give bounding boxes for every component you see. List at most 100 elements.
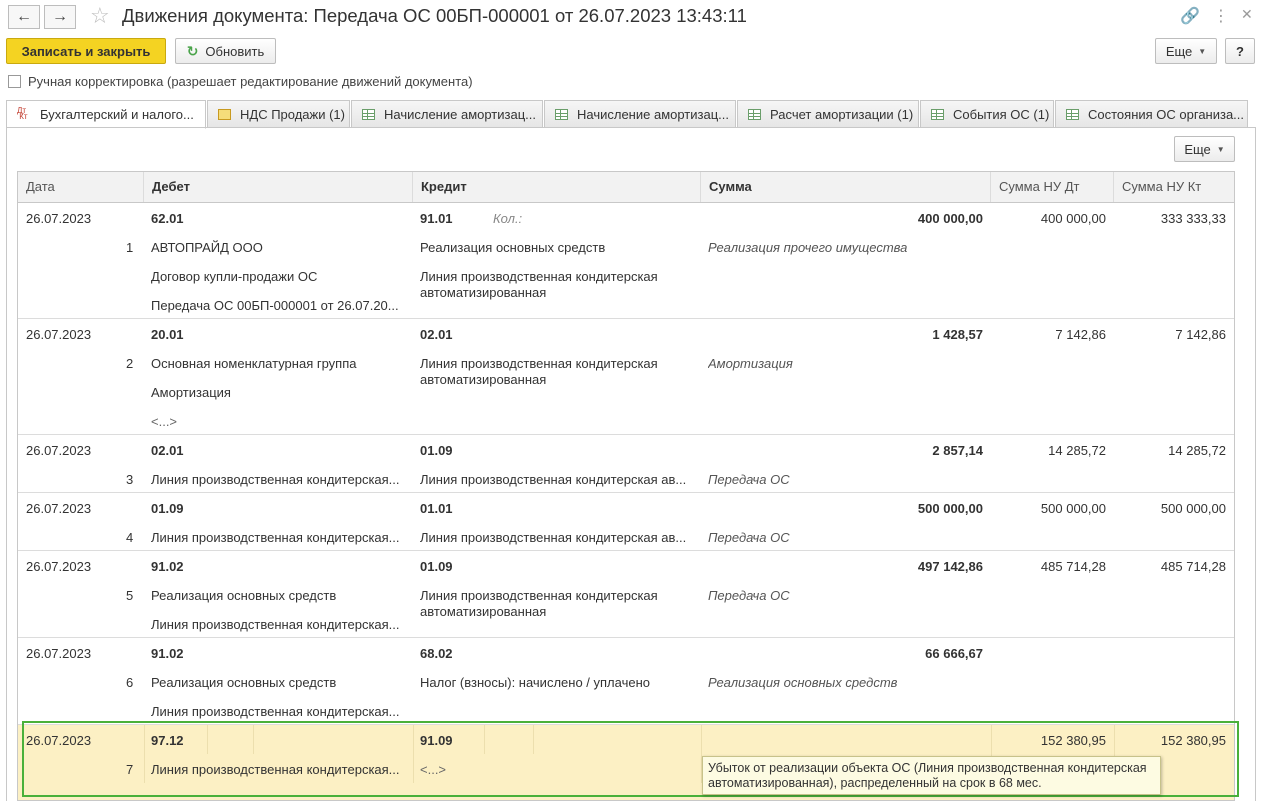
debit-subconto: Передача ОС 00БП-000001 от 26.07.20...: [151, 298, 399, 313]
table-row[interactable]: 26.07.2023 3 02.01 Линия производственна…: [18, 435, 1234, 493]
row-number: 5: [126, 588, 134, 603]
column-header-date[interactable]: Дата: [18, 172, 144, 202]
credit-account: 01.09: [420, 443, 453, 458]
help-button[interactable]: ?: [1225, 38, 1255, 64]
column-header-sum[interactable]: Сумма: [701, 172, 991, 202]
table-row[interactable]: 26.07.2023 5 91.02 Реализация основных с…: [18, 551, 1234, 638]
credit-account: 02.01: [420, 327, 453, 342]
window-titlebar: ← → ☆ Движения документа: Передача ОС 00…: [0, 0, 1265, 34]
link-icon[interactable]: 🔗: [1180, 6, 1200, 26]
credit-subconto: Линия производственная кондитерская авто…: [420, 356, 658, 387]
row-content: Передача ОС: [708, 588, 790, 603]
postings-table[interactable]: Дата Дебет Кредит Сумма Сумма НУ Дт Сумм…: [17, 171, 1235, 801]
credit-account: 91.09: [420, 733, 453, 748]
tab-fa-events[interactable]: События ОС (1): [920, 100, 1054, 128]
tab-accounting[interactable]: Дт Кт Бухгалтерский и налого...: [6, 100, 206, 129]
table-icon: [1066, 108, 1079, 120]
tab-depreciation-calc[interactable]: Расчет амортизации (1): [737, 100, 919, 128]
row-sum-nu-kt: 333 333,33: [1160, 211, 1226, 226]
credit-subconto: Линия производственная кондитерская авто…: [420, 269, 658, 300]
arrow-left-icon[interactable]: ←: [8, 5, 40, 29]
row-date: 26.07.2023: [26, 327, 92, 342]
row-sum-nu-dt: 152 380,95: [1040, 733, 1106, 748]
debit-subconto: Реализация основных средств: [151, 588, 337, 603]
table-icon: [748, 108, 761, 120]
save-close-button[interactable]: Записать и закрыть: [6, 38, 166, 64]
debit-subconto: Линия производственная кондитерская...: [151, 530, 400, 545]
row-sum-nu-kt: 152 380,95: [1160, 733, 1226, 748]
caret-down-icon: ▼: [1198, 46, 1207, 56]
credit-subconto: Линия производственная кондитерская авто…: [420, 588, 658, 619]
tab-depreciation-1[interactable]: Начисление амортизац...: [351, 100, 543, 128]
debit-subconto: Амортизация: [151, 385, 231, 400]
row-sum: 66 666,67: [925, 646, 983, 661]
row-sum: 1 428,57: [932, 327, 983, 342]
credit-account: 68.02: [420, 646, 453, 661]
close-icon[interactable]: ✕: [1241, 6, 1253, 23]
manual-edit-label: Ручная корректировка (разрешает редактир…: [28, 74, 473, 89]
panel-more-button[interactable]: Еще ▼: [1174, 136, 1235, 162]
table-row[interactable]: 26.07.2023 1 62.01 АВТОПРАЙД ООО Договор…: [18, 203, 1234, 319]
table-row[interactable]: 26.07.2023 4 01.09 Линия производственна…: [18, 493, 1234, 551]
debit-subconto: Линия производственная кондитерская...: [151, 617, 400, 632]
panel-more-label: Еще: [1184, 141, 1211, 157]
tab-strip: Дт Кт Бухгалтерский и налого... НДС Прод…: [6, 100, 1256, 129]
debit-subconto: АВТОПРАЙД ООО: [151, 240, 263, 255]
column-header-credit[interactable]: Кредит: [413, 172, 701, 202]
row-sum-nu-kt: 485 714,28: [1160, 559, 1226, 574]
tab-fa-states[interactable]: Состояния ОС организа...: [1055, 100, 1248, 128]
debit-account: 91.02: [151, 559, 184, 574]
more-button[interactable]: Еще ▼: [1155, 38, 1217, 64]
row-number: 3: [126, 472, 134, 487]
row-sum: 497 142,86: [917, 559, 983, 574]
cell-divider: [484, 725, 485, 754]
row-date: 26.07.2023: [26, 211, 92, 226]
row-sum: 2 857,14: [932, 443, 983, 458]
arrow-right-icon[interactable]: →: [44, 5, 76, 29]
column-header-debit[interactable]: Дебет: [144, 172, 413, 202]
row-content: Передача ОС: [708, 530, 790, 545]
tooltip: Убыток от реализации объекта ОС (Линия п…: [702, 756, 1161, 795]
row-content: Реализация прочего имущества: [708, 240, 908, 255]
cell-divider: [533, 725, 534, 754]
star-icon[interactable]: ☆: [90, 3, 110, 29]
credit-account: 91.01: [420, 211, 453, 226]
debit-subconto: Линия производственная кондитерская...: [151, 472, 400, 487]
row-sum-nu-kt: 7 142,86: [1175, 327, 1226, 342]
row-number: 2: [126, 356, 134, 371]
refresh-label: Обновить: [205, 43, 265, 59]
vertical-dots-icon[interactable]: ⋮: [1213, 6, 1229, 26]
row-sum-nu-dt: 400 000,00: [1040, 211, 1106, 226]
table-header: Дата Дебет Кредит Сумма Сумма НУ Дт Сумм…: [18, 172, 1234, 203]
row-content: Передача ОС: [708, 472, 790, 487]
row-date: 26.07.2023: [26, 733, 92, 748]
debit-subconto: <...>: [151, 414, 178, 429]
row-sum-nu-dt: 14 285,72: [1048, 443, 1106, 458]
row-number: 4: [126, 530, 134, 545]
row-date: 26.07.2023: [26, 559, 92, 574]
debit-subconto: Основная номенклатурная группа: [151, 356, 357, 371]
vat-register-icon: [218, 108, 231, 120]
tab-vat-sales[interactable]: НДС Продажи (1): [207, 100, 350, 128]
debit-subconto: Линия производственная кондитерская...: [151, 704, 400, 719]
row-sum-nu-dt: 485 714,28: [1040, 559, 1106, 574]
table-icon: [555, 108, 568, 120]
window-title: Движения документа: Передача ОС 00БП-000…: [122, 5, 747, 26]
column-header-sum-nu-kt[interactable]: Сумма НУ Кт: [1114, 172, 1234, 202]
row-date: 26.07.2023: [26, 443, 92, 458]
row-sum: 400 000,00: [917, 211, 983, 226]
manual-edit-row[interactable]: Ручная корректировка (разрешает редактир…: [8, 74, 473, 89]
debit-subconto: Договор купли-продажи ОС: [151, 269, 318, 284]
tab-depreciation-2[interactable]: Начисление амортизац...: [544, 100, 736, 128]
row-sum-nu-kt: 14 285,72: [1168, 443, 1226, 458]
column-header-sum-nu-dt[interactable]: Сумма НУ Дт: [991, 172, 1114, 202]
credit-subconto: Линия производственная кондитерская ав..…: [420, 472, 687, 487]
debit-subconto: Реализация основных средств: [151, 675, 337, 690]
manual-edit-checkbox[interactable]: [8, 75, 21, 88]
credit-account: 01.01: [420, 501, 453, 516]
refresh-button[interactable]: ↻ Обновить: [175, 38, 276, 64]
debit-account: 91.02: [151, 646, 184, 661]
table-row[interactable]: 26.07.2023 2 20.01 Основная номенклатурн…: [18, 319, 1234, 435]
row-sum: 500 000,00: [917, 501, 983, 516]
table-row[interactable]: 26.07.2023 6 91.02 Реализация основных с…: [18, 638, 1234, 725]
